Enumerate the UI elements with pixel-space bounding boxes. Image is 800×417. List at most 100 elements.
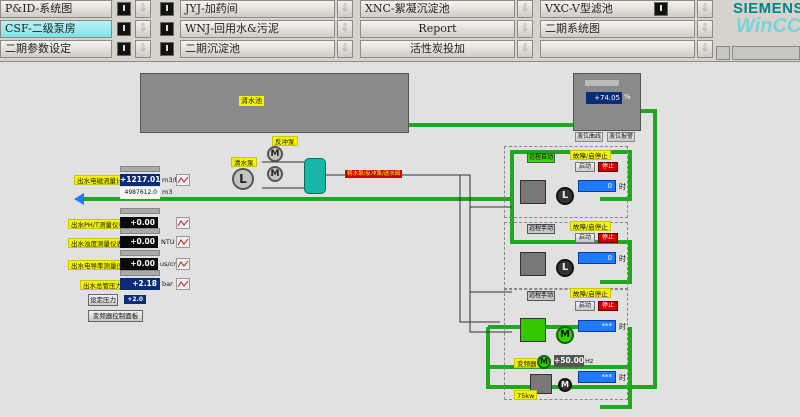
pressure-unit: bar [162,280,173,288]
pump2-hours: 0 [578,252,616,264]
turbidity-value: +0.00 [120,236,158,248]
nav-report[interactable]: Report [360,20,515,38]
turbidity-unit: NTU [161,238,175,246]
flow-total-unit: m3 [162,188,173,196]
trend-icon[interactable] [176,236,190,248]
pump3-stop-button[interactable]: 停止 [598,301,618,311]
toggle-icon[interactable] [117,22,131,36]
nav-phase2-sedimentation[interactable]: 二期沉淀池 [180,40,335,58]
red-tag: 将水泵/反冲泵/送水阀 [345,170,403,178]
outlet-arrow-icon [74,193,84,205]
nav-csf-pump-room[interactable]: CSF-二级泵房 [0,20,112,38]
logo-wincc-text: WinCC [736,15,800,37]
flow-total: 4987612.0 [120,187,160,199]
window-control-bar[interactable] [732,46,800,60]
nav-pid-system[interactable]: P&ID-系统图 [0,0,112,18]
toggle-icon[interactable] [117,2,131,16]
water-motor-icon[interactable]: M [267,166,283,182]
top-navigation: P&ID-系统图 ⇩ JYJ-加药间 ⇩ XNC-絮凝沉淀池 ⇩ VXC-V型滤… [0,0,800,62]
tank-label: 清水池 [239,96,264,106]
vfd-label: 变频器 [514,358,540,368]
trend-icon[interactable] [176,258,190,270]
pump1-mode[interactable]: 远程自动 [527,153,555,163]
nav-arrow-2[interactable]: ⇩ [337,0,353,18]
pump3-motor-icon[interactable]: M [556,326,574,344]
pump3-start-button[interactable]: 启动 [575,301,595,311]
pump4-motor-icon[interactable]: M [558,378,572,392]
backwash-line [326,174,512,208]
nav-arrow-6[interactable]: ⇩ [337,20,353,38]
pressure-value: +2.18 [120,278,160,290]
pump1-hours: 0 [578,180,616,192]
toggle-icon[interactable] [654,2,668,16]
nav-arrow-8[interactable]: ⇩ [697,20,713,38]
nav-carbon-dosing[interactable]: 活性炭投加 [360,40,515,58]
toggle-icon[interactable] [160,42,174,56]
toggle-icon[interactable] [160,22,174,36]
pump3-body [520,318,546,342]
pump1-body [520,180,546,204]
vfd-hours-unit: 时 [619,374,626,382]
nav-empty[interactable] [540,40,695,58]
pump1-hours-unit: 时 [619,183,626,191]
window-control[interactable] [716,46,730,60]
pump3-hours: *** [578,320,616,332]
pump3-title: 故障/启停止 [570,288,611,298]
nav-arrow-9[interactable]: ⇩ [135,40,151,58]
trend-icon[interactable] [176,174,190,186]
pump2-title: 故障/启停止 [570,221,611,231]
level-unit: % [624,93,631,101]
flow-topbar [120,166,160,172]
nav-vxc-filter[interactable]: VXC-V型滤池 [540,0,695,18]
nav-wnj-reuse-water[interactable]: WNJ-回用水&污泥 [180,20,335,38]
set-pressure-button[interactable]: 设定压力 [88,294,118,306]
nav-arrow-10[interactable]: ⇩ [337,40,353,58]
nav-arrow-4[interactable]: ⇩ [697,0,713,18]
pump2-stop-button[interactable]: 停止 [598,233,618,243]
pump3-mode[interactable]: 远程手动 [527,291,555,301]
toggle-icon[interactable] [117,42,131,56]
turbidity-topbar [120,228,160,234]
backwash-motor-icon[interactable]: M [267,146,283,162]
pump1-start-button[interactable]: 启动 [575,162,595,172]
pump2-body [520,252,546,276]
nav-phase2-params[interactable]: 二期参数设定 [0,40,112,58]
pump2-motor-icon[interactable]: L [556,259,574,277]
pump2-start-button[interactable]: 启动 [575,233,595,243]
toggle-icon[interactable] [160,2,174,16]
instrument-label-pressure: 出水总管压力 [80,280,125,290]
nav-arrow-5[interactable]: ⇩ [135,20,151,38]
pump1-stop-button[interactable]: 停止 [598,162,618,172]
vfd-control-button[interactable]: 变频器控制面板 [88,310,143,322]
trend-icon[interactable] [176,278,190,290]
nav-arrow-11[interactable]: ⇩ [517,40,533,58]
vfd-unit: Hz [585,357,594,365]
setpoint-value[interactable]: +2.0 [124,295,146,304]
nav-phase2-system[interactable]: 二期系统图 [540,20,695,38]
nav-arrow-1[interactable]: ⇩ [135,0,151,18]
nav-arrow-12[interactable]: ⇩ [697,40,713,58]
level-curve-button[interactable]: 液位曲线 [575,132,603,142]
backwash-pump-label: 反冲泵 [272,136,298,146]
vfd-hours: *** [578,371,616,383]
flow-value: +1217.01 [120,174,161,186]
filter-vessel [304,158,326,194]
nav-jyj-dosing[interactable]: JYJ-加药间 [180,0,335,18]
pump2-mode[interactable]: 远程手动 [527,224,555,234]
ph-topbar [120,208,160,214]
nav-arrow-7[interactable]: ⇩ [517,20,533,38]
water-pump-label: 清水泵 [231,157,257,167]
trend-icon[interactable] [176,217,190,229]
vfd-motor-icon[interactable]: M [537,355,551,369]
level-value: +74.05 [586,92,622,104]
instrument-label-flow: 出水电磁流量计 [74,175,126,185]
pump1-motor-icon[interactable]: L [556,187,574,205]
water-pump-L-icon[interactable]: L [232,168,254,190]
instrument-label-ph: 出水PH/T测量仪表 [68,219,128,229]
conductivity-value: +0.00 [120,258,158,270]
nav-xnc-sedimentation[interactable]: XNC-絮凝沉淀池 [360,0,515,18]
pump1-title: 故障/启停止 [570,150,611,160]
nav-arrow-3[interactable]: ⇩ [517,0,533,18]
vfd-frequency: +50.00 [554,355,585,367]
level-alarm-button[interactable]: 液位报警 [607,132,635,142]
